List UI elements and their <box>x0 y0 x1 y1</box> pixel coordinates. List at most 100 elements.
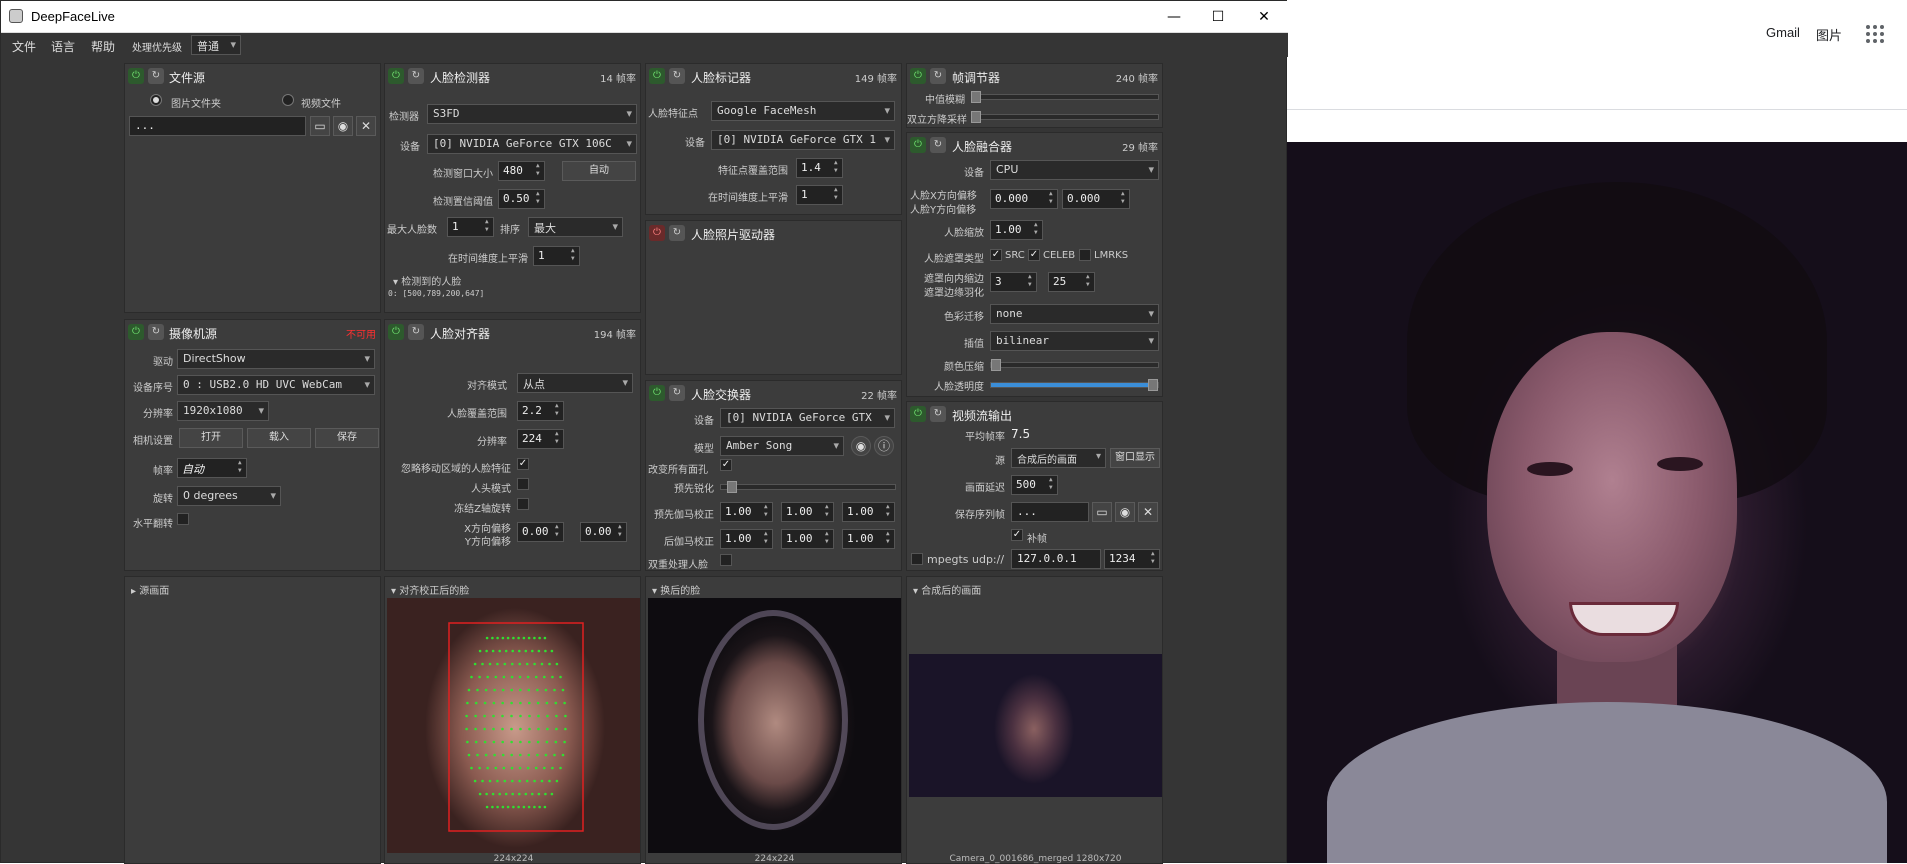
file-source-reset-icon[interactable]: ↻ <box>148 68 164 84</box>
apps-grid-icon[interactable] <box>1866 25 1884 43</box>
eye-icon[interactable]: ◉ <box>333 116 353 136</box>
color-compress-slider[interactable] <box>990 359 1159 371</box>
mask-blur-spinbox[interactable]: 25 <box>1048 272 1095 292</box>
rotation-select[interactable]: 0 degrees <box>177 486 281 506</box>
source-frame-toggle[interactable]: ▸ 源画面 <box>131 582 169 597</box>
model-select[interactable]: Amber Song <box>720 436 844 456</box>
swapper-power-icon[interactable]: ⏻ <box>649 385 665 401</box>
fps-spinbox[interactable]: 自动 <box>177 458 247 478</box>
window-display-button[interactable]: 窗口显示 <box>1110 448 1160 468</box>
merger-reset-icon[interactable]: ↻ <box>930 137 946 153</box>
aligner-coverage-spinbox[interactable]: 2.2 <box>517 401 564 421</box>
image-folder-radio[interactable] <box>150 94 162 106</box>
marker-coverage-spinbox[interactable]: 1.4 <box>796 158 843 178</box>
save-eye-icon[interactable]: ◉ <box>1115 502 1135 522</box>
post-gamma-g-spinbox[interactable]: 1.00 <box>781 529 834 549</box>
median-blur-slider[interactable] <box>971 91 1159 103</box>
mask-src-checkbox[interactable]: ✓ <box>990 249 1002 261</box>
images-link[interactable]: 图片 <box>1816 25 1842 44</box>
priority-select[interactable]: 普通 <box>191 35 241 55</box>
swap-all-checkbox[interactable]: ✓ <box>720 459 732 471</box>
post-gamma-b-spinbox[interactable]: 1.00 <box>842 529 895 549</box>
camera-save-button[interactable]: 保存 <box>315 428 379 448</box>
pre-gamma-r-spinbox[interactable]: 1.00 <box>720 502 773 522</box>
detector-reset-icon[interactable]: ↻ <box>408 68 424 84</box>
swapper-device-select[interactable]: [0] NVIDIA GeForce GTX <box>720 408 895 428</box>
animator-power-icon[interactable]: ⏻ <box>649 225 665 241</box>
device-index-select[interactable]: 0 : USB2.0 HD UVC WebCam <box>177 375 375 395</box>
minimize-button[interactable]: — <box>1154 5 1194 29</box>
max-faces-spinbox[interactable]: 1 <box>447 217 494 237</box>
pre-gamma-b-spinbox[interactable]: 1.00 <box>842 502 895 522</box>
presharpen-slider[interactable] <box>720 481 896 493</box>
detector-device-select[interactable]: [0] NVIDIA GeForce GTX 106C <box>427 134 637 154</box>
presharpen-slider-knob[interactable] <box>727 481 737 493</box>
model-preview-eye-icon[interactable]: ◉ <box>851 436 871 456</box>
merger-xoff-spinbox[interactable]: 0.000 <box>990 189 1058 209</box>
folder-open-icon[interactable]: ▭ <box>310 116 330 136</box>
color-compress-slider-knob[interactable] <box>991 359 1001 371</box>
aligner-resolution-spinbox[interactable]: 224 <box>517 429 564 449</box>
camera-reset-icon[interactable]: ↻ <box>148 324 164 340</box>
merger-yoff-spinbox[interactable]: 0.000 <box>1062 189 1130 209</box>
head-mode-checkbox[interactable] <box>517 478 529 490</box>
save-sequence-path-input[interactable]: ... <box>1011 502 1089 522</box>
menu-language[interactable]: 语言 <box>51 38 75 55</box>
mpegts-ip-input[interactable]: 127.0.0.1 <box>1011 549 1101 569</box>
mpegts-checkbox[interactable] <box>911 553 923 565</box>
fill-frames-checkbox[interactable]: ✓ <box>1011 529 1023 541</box>
adjuster-power-icon[interactable]: ⏻ <box>910 68 926 84</box>
opacity-slider-knob[interactable] <box>1148 379 1158 391</box>
driver-select[interactable]: DirectShow <box>177 349 375 369</box>
interpolation-select[interactable]: bilinear <box>990 331 1159 351</box>
mpegts-port-spinbox[interactable]: 1234 <box>1104 549 1160 569</box>
aligner-yoff-spinbox[interactable]: 0.00 <box>580 522 627 542</box>
merger-device-select[interactable]: CPU <box>990 160 1159 180</box>
delay-spinbox[interactable]: 500 <box>1011 475 1058 495</box>
marker-temporal-spinbox[interactable]: 1 <box>796 185 843 205</box>
stream-power-icon[interactable]: ⏻ <box>910 406 926 422</box>
aligner-power-icon[interactable]: ⏻ <box>388 324 404 340</box>
marker-type-select[interactable]: Google FaceMesh <box>711 101 895 121</box>
camera-power-icon[interactable]: ⏻ <box>128 324 144 340</box>
color-transfer-select[interactable]: none <box>990 304 1159 324</box>
file-source-power-icon[interactable]: ⏻ <box>128 68 144 84</box>
save-folder-icon[interactable]: ▭ <box>1092 502 1112 522</box>
opacity-slider[interactable] <box>990 379 1159 391</box>
bicubic-downscale-slider-knob[interactable] <box>971 111 981 123</box>
detector-temporal-spinbox[interactable]: 1 <box>533 246 580 266</box>
merger-power-icon[interactable]: ⏻ <box>910 137 926 153</box>
mask-celeb-checkbox[interactable]: ✓ <box>1028 249 1040 261</box>
hflip-checkbox[interactable] <box>177 513 189 525</box>
bicubic-downscale-slider[interactable] <box>971 111 1159 123</box>
freeze-z-checkbox[interactable] <box>517 498 529 510</box>
close-button[interactable]: ✕ <box>1244 5 1284 29</box>
resolution-select[interactable]: 1920x1080 <box>177 401 269 421</box>
stream-reset-icon[interactable]: ↻ <box>930 406 946 422</box>
mask-lmrks-checkbox[interactable] <box>1079 249 1091 261</box>
window-size-spinbox[interactable]: 480 <box>498 161 545 181</box>
swapped-face-toggle[interactable]: ▾ 换后的脸 <box>652 582 700 597</box>
detected-faces-toggle[interactable]: ▾ 检测到的人脸 <box>393 273 461 288</box>
detector-select[interactable]: S3FD <box>427 104 637 124</box>
camera-open-button[interactable]: 打开 <box>179 428 243 448</box>
sort-select[interactable]: 最大 <box>528 217 623 237</box>
exclude-moving-checkbox[interactable]: ✓ <box>517 458 529 470</box>
marker-device-select[interactable]: [0] NVIDIA GeForce GTX 1 <box>711 130 895 150</box>
video-file-radio[interactable] <box>282 94 294 106</box>
aligned-face-toggle[interactable]: ▾ 对齐校正后的脸 <box>391 582 469 597</box>
aligner-reset-icon[interactable]: ↻ <box>408 324 424 340</box>
align-mode-select[interactable]: 从点 <box>517 373 633 393</box>
aligner-xoff-spinbox[interactable]: 0.00 <box>517 522 564 542</box>
marker-power-icon[interactable]: ⏻ <box>649 68 665 84</box>
post-gamma-r-spinbox[interactable]: 1.00 <box>720 529 773 549</box>
menu-file[interactable]: 文件 <box>12 38 36 55</box>
clear-icon[interactable]: ✕ <box>356 116 376 136</box>
model-info-icon[interactable]: ⓘ <box>874 436 894 456</box>
pre-gamma-g-spinbox[interactable]: 1.00 <box>781 502 834 522</box>
file-path-input[interactable]: ... <box>129 116 306 136</box>
merger-scale-spinbox[interactable]: 1.00 <box>990 220 1043 240</box>
camera-load-button[interactable]: 载入 <box>247 428 311 448</box>
animator-reset-icon[interactable]: ↻ <box>669 225 685 241</box>
mask-erode-spinbox[interactable]: 3 <box>990 272 1037 292</box>
